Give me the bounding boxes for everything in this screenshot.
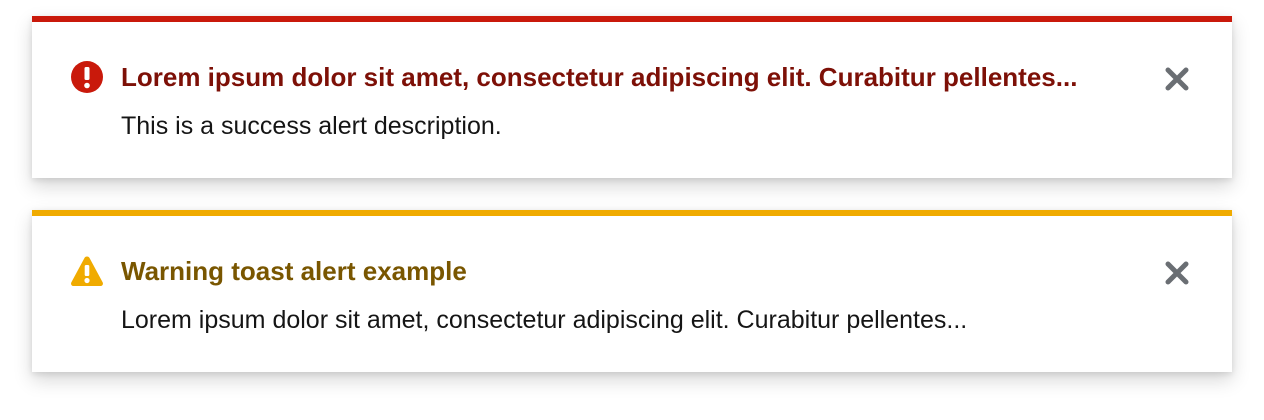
exclamation-circle-icon bbox=[70, 60, 104, 94]
alert-title: Lorem ipsum dolor sit amet, consectetur … bbox=[121, 62, 1078, 92]
close-icon bbox=[1165, 261, 1189, 285]
close-alert-button[interactable] bbox=[1162, 258, 1192, 288]
alert-title: Warning toast alert example bbox=[121, 256, 467, 286]
toast-alert-group: Lorem ipsum dolor sit amet, consectetur … bbox=[32, 16, 1232, 404]
alert-description: This is a success alert description. bbox=[121, 112, 502, 140]
warning-alert: Warning toast alert example Lorem ipsum … bbox=[32, 210, 1232, 372]
close-alert-button[interactable] bbox=[1162, 64, 1192, 94]
alert-description: Lorem ipsum dolor sit amet, consectetur … bbox=[121, 306, 968, 334]
danger-alert: Lorem ipsum dolor sit amet, consectetur … bbox=[32, 16, 1232, 178]
close-icon bbox=[1165, 67, 1189, 91]
exclamation-triangle-icon bbox=[70, 254, 104, 288]
